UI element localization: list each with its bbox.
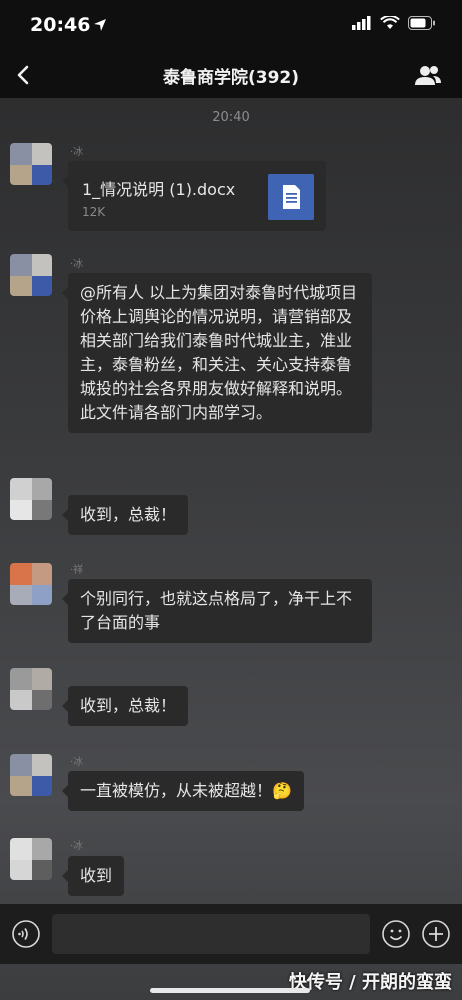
file-name: 1_情况说明 (1).docx [82,180,236,199]
avatar[interactable] [10,754,52,796]
message-bubble[interactable]: 收到，总裁！ [61,495,189,535]
document-icon [268,174,314,220]
avatar[interactable] [10,478,52,520]
message-bubble[interactable]: @所有人 以上为集团对泰鲁时代城项目价格上调舆论的情况说明，请营销部及相关部门给… [62,273,372,433]
status-time: 20:46 [30,14,91,36]
avatar[interactable] [10,563,52,605]
message-input[interactable] [52,914,370,954]
more-actions-icon[interactable] [421,919,451,949]
file-size: 12K [82,205,106,219]
group-members-icon[interactable] [414,64,442,86]
home-indicator [150,988,310,993]
wifi-icon [380,16,400,29]
sender-name: ·祥 [70,565,84,576]
avatar[interactable] [10,838,52,880]
message-timestamp: 20:40 [212,110,250,125]
avatar[interactable] [10,668,52,710]
battery-icon [408,16,435,30]
chat-title: 泰鲁商学院(392) [162,68,300,88]
sender-name: ·冰 [70,841,84,852]
location-arrow-icon [94,19,106,31]
watermark: 快传号 / 开朗的蛮蛮 [288,972,452,993]
status-indicators [352,16,436,30]
message-bubble[interactable]: 一直被模仿，从未被超越！🤔 [62,771,304,811]
sender-name: ·冰 [70,757,84,768]
input-toolbar [0,904,462,964]
sender-name: ·冰 [70,259,84,270]
emoji-icon[interactable] [381,919,411,949]
chat-header: 泰鲁商学院(392) [0,52,462,98]
avatar[interactable] [10,254,52,296]
message-bubble[interactable]: 收到，总裁！ [61,686,189,726]
message-bubble[interactable]: 个别同行，也就这点格局了，净干上不了台面的事 [62,579,372,643]
voice-input-icon[interactable] [11,919,41,949]
sender-name: ·冰 [70,147,84,158]
signal-icon [352,16,371,30]
message-bubble[interactable]: 收到 [61,856,125,896]
avatar[interactable] [10,143,52,185]
status-bar: 20:46 [0,0,462,52]
